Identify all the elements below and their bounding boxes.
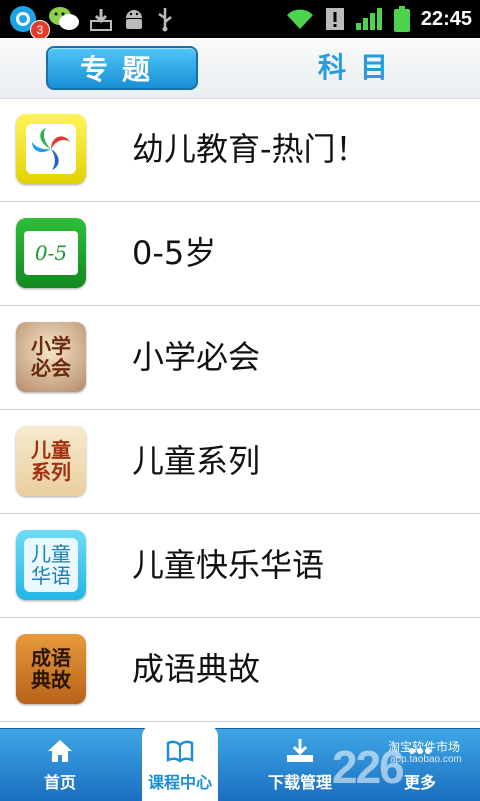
- tab-more[interactable]: 更多: [360, 729, 480, 801]
- status-bar-right: 22:45: [285, 4, 472, 34]
- logo-swirl-icon: [16, 114, 86, 184]
- children-series-icon-text: 儿童系列: [31, 438, 71, 484]
- android-debug-icon: [122, 5, 146, 33]
- happy-chinese-icon-text: 儿童华语: [31, 542, 71, 588]
- age-0-5-icon-text: 0-5: [34, 241, 68, 265]
- list-item-label: 成语典故: [132, 650, 261, 688]
- tab-course-center-label: 课程中心: [147, 773, 212, 792]
- more-icon: [406, 737, 434, 765]
- tab-download-manager-label: 下载管理: [267, 773, 332, 792]
- topic-list: 幼儿教育-热门！ 0-5 0-5岁 小学必会 小学必会 儿童系列 儿童系列 儿童…: [0, 98, 480, 722]
- notification-badge: 3: [30, 20, 50, 40]
- list-item-label: 儿童快乐华语: [132, 546, 325, 584]
- status-bar-left: 3: [8, 4, 174, 40]
- battery-icon: [393, 5, 411, 33]
- book-icon: [165, 737, 195, 765]
- list-item-label: 幼儿教育-热门！: [132, 130, 368, 168]
- list-item[interactable]: 儿童华语 儿童快乐华语: [0, 514, 480, 618]
- tab-download-manager[interactable]: 下载管理: [240, 729, 360, 801]
- download-icon: [285, 737, 315, 765]
- download-icon: [90, 5, 112, 33]
- wifi-icon: [285, 5, 315, 33]
- idiom-story-icon: 成语典故: [16, 634, 86, 704]
- tab-topics[interactable]: 专题: [46, 46, 198, 90]
- list-item[interactable]: 0-5 0-5岁: [0, 202, 480, 306]
- usb-icon: [156, 5, 174, 33]
- tab-more-label: 更多: [403, 773, 436, 792]
- list-item[interactable]: 小学必会 小学必会: [0, 306, 480, 410]
- alert-icon: [325, 5, 345, 33]
- bottom-tab-bar: 首页 课程中心 下载管理 更多: [0, 723, 480, 801]
- list-item[interactable]: 幼儿教育-热门！: [0, 98, 480, 202]
- tab-subjects[interactable]: 科目: [290, 46, 430, 86]
- list-item[interactable]: 儿童系列 儿童系列: [0, 410, 480, 514]
- status-bar: 3 22:45: [0, 0, 480, 40]
- list-item-label: 小学必会: [132, 338, 261, 376]
- home-icon: [46, 737, 74, 765]
- signal-icon: [355, 5, 383, 33]
- primary-school-icon-text: 小学必会: [31, 334, 71, 380]
- list-item-label: 0-5岁: [132, 234, 217, 272]
- clock: 22:45: [420, 7, 472, 30]
- tab-home[interactable]: 首页: [0, 729, 120, 801]
- age-0-5-icon: 0-5: [16, 218, 86, 288]
- wechat-icon: [48, 5, 80, 33]
- idiom-story-icon-text: 成语典故: [31, 646, 71, 692]
- tab-home-label: 首页: [43, 773, 76, 792]
- list-item-label: 儿童系列: [132, 442, 261, 480]
- list-item[interactable]: 成语典故 成语典故: [0, 618, 480, 722]
- children-series-icon: 儿童系列: [16, 426, 86, 496]
- segment-control: 专题 科目: [0, 38, 480, 99]
- happy-chinese-icon: 儿童华语: [16, 530, 86, 600]
- primary-school-icon: 小学必会: [16, 322, 86, 392]
- tab-course-center[interactable]: 课程中心: [142, 723, 218, 801]
